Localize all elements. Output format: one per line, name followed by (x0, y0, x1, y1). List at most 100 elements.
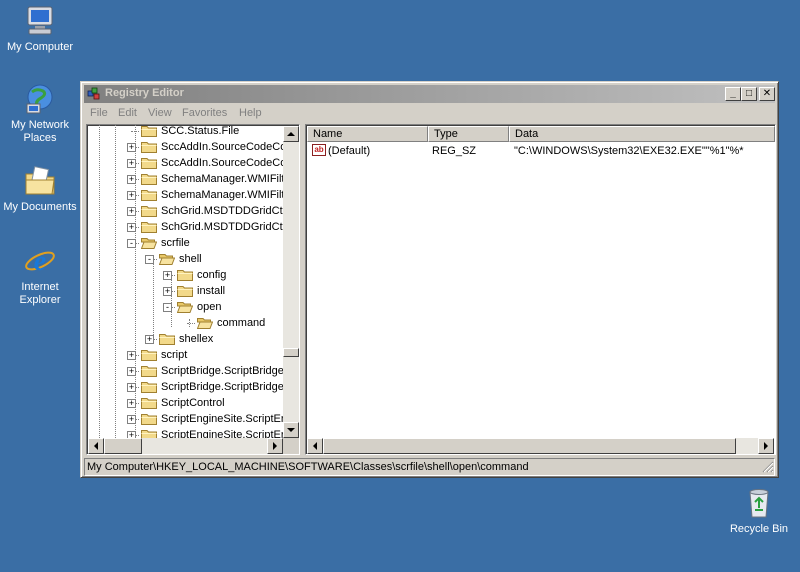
tree-item-label: SchemaManager.WMIFilt (161, 189, 285, 201)
tree-connector (131, 131, 139, 132)
tree-item[interactable]: + SchGrid.MSDTDDGridCtrl (87, 203, 289, 219)
desktop-icon-label: My Documents (3, 201, 77, 213)
desktop-icon-my-documents[interactable]: My Documents (0, 164, 80, 214)
arrow-right-icon (273, 442, 281, 450)
menu-view[interactable]: View (148, 107, 172, 119)
scroll-right-button[interactable] (267, 438, 283, 454)
tree-item[interactable]: - shell (87, 251, 282, 267)
column-header-type[interactable]: Type (428, 126, 509, 142)
resize-grip-icon[interactable] (762, 461, 774, 473)
tree-item[interactable]: + ScriptEngineSite.ScriptEr (87, 411, 285, 427)
maximize-button[interactable]: □ (741, 87, 757, 101)
expand-icon[interactable]: + (163, 271, 172, 280)
tree-item[interactable]: + SccAddIn.SourceCodeCo (87, 139, 286, 155)
tree-vertical-scrollbar[interactable] (283, 126, 299, 438)
tree-item[interactable]: command (87, 315, 282, 331)
tree-item-label: ScriptEngineSite.ScriptEr (161, 413, 285, 425)
tree-item[interactable]: + shellex (87, 331, 282, 347)
tree-item-label: SCC.Status.File (161, 125, 240, 137)
tree-item[interactable]: + install (87, 283, 282, 299)
title-bar[interactable]: Registry Editor _ □ ✕ (84, 85, 775, 103)
scroll-up-button[interactable] (283, 126, 299, 142)
desktop-icon-my-computer[interactable]: My Computer (0, 4, 80, 54)
my-computer-icon (23, 4, 57, 38)
desktop-icon-internet-explorer[interactable]: e Internet Explorer (0, 244, 80, 307)
scroll-left-button[interactable] (88, 438, 104, 454)
collapse-icon[interactable]: - (145, 255, 154, 264)
tree-item[interactable]: + SchemaManager.WMIFilt (87, 171, 284, 187)
expand-icon[interactable]: + (127, 399, 136, 408)
expand-icon[interactable]: + (127, 351, 136, 360)
expand-icon[interactable]: + (127, 383, 136, 392)
expand-icon[interactable]: + (127, 367, 136, 376)
expand-icon[interactable]: + (127, 143, 136, 152)
tree-item[interactable]: + config (87, 267, 282, 283)
folder-icon (141, 156, 157, 169)
column-header-name[interactable]: Name (307, 126, 428, 142)
scroll-thumb[interactable] (104, 438, 142, 454)
expand-icon[interactable]: + (127, 415, 136, 424)
registry-tree[interactable]: SCC.Status.File + SccAddIn.SourceCodeCo + Sc… (86, 124, 300, 455)
desktop-icon-recycle-bin[interactable]: Recycle Bin (719, 486, 799, 536)
tree-item-label: SchGrid.MSDTDDGridCtrl (161, 221, 289, 233)
scroll-left-button[interactable] (307, 438, 323, 454)
folder-icon (141, 125, 157, 137)
expand-icon[interactable]: + (145, 335, 154, 344)
open-folder-icon (158, 252, 176, 265)
expand-icon[interactable]: + (127, 175, 136, 184)
tree-item[interactable]: SCC.Status.File (87, 125, 282, 139)
registry-editor-window[interactable]: Registry Editor _ □ ✕ File Edit View Fav… (80, 81, 779, 478)
collapse-icon[interactable]: - (163, 303, 172, 312)
collapse-icon[interactable]: - (127, 239, 136, 248)
minimize-icon: _ (730, 88, 736, 99)
expand-icon[interactable]: + (127, 159, 136, 168)
values-list[interactable]: Name Type Data ab (Default) REG_SZ "C:\W… (305, 124, 776, 455)
folder-icon (141, 188, 157, 201)
expand-icon[interactable]: + (127, 191, 136, 200)
menu-help[interactable]: Help (239, 107, 262, 119)
arrow-right-icon (764, 442, 772, 450)
list-horizontal-scrollbar[interactable] (307, 438, 774, 454)
minimize-button[interactable]: _ (725, 87, 741, 101)
close-button[interactable]: ✕ (759, 87, 775, 101)
tree-horizontal-scrollbar[interactable] (88, 438, 283, 454)
my-documents-icon (23, 164, 57, 198)
tree-item[interactable]: + SchGrid.MSDTDDGridCtrl (87, 219, 289, 235)
menu-favorites[interactable]: Favorites (182, 107, 227, 119)
internet-explorer-icon: e (23, 244, 57, 278)
tree-item-label: open (197, 301, 222, 313)
expand-icon[interactable]: + (127, 207, 136, 216)
tree-item[interactable]: + SccAddIn.SourceCodeCo (87, 155, 286, 171)
scroll-thumb[interactable] (323, 438, 736, 454)
tree-item[interactable]: + ScriptBridge.ScriptBridge (87, 379, 284, 395)
scroll-down-button[interactable] (283, 422, 299, 438)
close-icon: ✕ (762, 88, 772, 99)
tree-item-label: scrfile (161, 237, 190, 249)
scroll-thumb[interactable] (283, 348, 299, 357)
status-path: My Computer\HKEY_LOCAL_MACHINE\SOFTWARE\… (87, 461, 529, 473)
expand-icon[interactable]: + (127, 223, 136, 232)
tree-item-label: shell (179, 253, 202, 265)
arrow-left-icon (90, 442, 98, 450)
desktop-icon-network-places[interactable]: My Network Places (0, 82, 80, 145)
tree-item-label: SccAddIn.SourceCodeCo (161, 141, 287, 153)
tree-item-label: config (197, 269, 227, 281)
tree-item-label: command (217, 317, 266, 329)
tree-item[interactable]: + ScriptBridge.ScriptBridge (87, 363, 284, 379)
expand-icon[interactable]: + (163, 287, 172, 296)
menu-edit[interactable]: Edit (118, 107, 137, 119)
list-item[interactable]: ab (Default) REG_SZ "C:\WINDOWS\System32… (308, 143, 773, 159)
tree-item-label: SccAddIn.SourceCodeCo (161, 157, 287, 169)
column-header-data[interactable]: Data (509, 126, 775, 142)
tree-item-label: shellex (179, 333, 214, 345)
folder-icon (177, 284, 193, 297)
tree-item[interactable]: - scrfile (87, 235, 282, 251)
scroll-right-button[interactable] (758, 438, 774, 454)
tree-item[interactable]: + ScriptControl (87, 395, 282, 411)
tree-item[interactable]: - open (87, 299, 282, 315)
tree-item-label: script (161, 349, 188, 361)
tree-item[interactable]: + script (87, 347, 282, 363)
registry-editor-icon (87, 87, 101, 101)
tree-item[interactable]: + SchemaManager.WMIFilt (87, 187, 285, 203)
menu-file[interactable]: File (90, 107, 108, 119)
